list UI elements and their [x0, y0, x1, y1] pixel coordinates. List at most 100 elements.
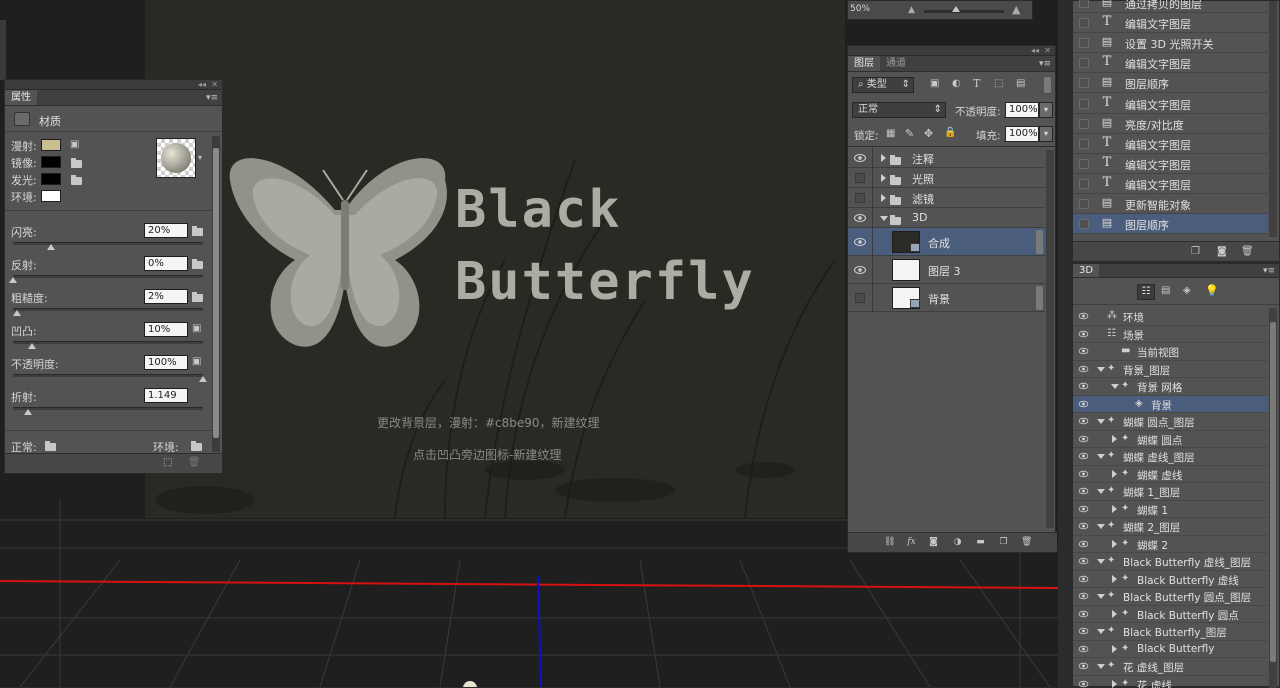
visibility-eye-icon[interactable] — [854, 237, 866, 247]
history-brush-source-checkbox[interactable] — [1079, 179, 1089, 189]
visibility-eye-icon[interactable] — [1078, 680, 1089, 688]
tab-channels[interactable]: 通道 — [880, 56, 912, 71]
zoom-slider-thumb[interactable] — [952, 6, 960, 12]
history-state-row[interactable]: ▤亮度/对比度 — [1073, 114, 1268, 134]
gloss-slider-track[interactable] — [13, 242, 203, 245]
history-state-row[interactable]: T编辑文字图层 — [1073, 94, 1268, 114]
3d-scene-item[interactable]: ✦Black Butterfly 圆点 — [1073, 606, 1268, 624]
lock-transparent-icon[interactable]: ▦ — [886, 128, 895, 139]
gloss-value-input[interactable]: 20% — [144, 223, 188, 238]
filter-materials-icon[interactable]: ◈ — [1183, 285, 1191, 296]
collapse-arrow-icon[interactable] — [881, 154, 886, 162]
environment-folder-icon[interactable] — [191, 440, 202, 453]
expand-arrow-icon[interactable] — [1097, 454, 1105, 459]
visibility-eye-icon[interactable] — [1078, 452, 1089, 460]
blend-mode-select[interactable]: 正常⇕ — [852, 102, 946, 118]
expand-arrow-icon[interactable] — [1111, 384, 1119, 389]
filter-smart-object-icon[interactable]: ▤ — [1016, 78, 1025, 89]
kind-filter-select[interactable]: ⌕ 类型 ⇕ — [852, 77, 914, 93]
expand-arrow-icon[interactable] — [1097, 594, 1105, 599]
collapse-icon[interactable]: ◂◂ — [198, 80, 206, 90]
lock-all-icon[interactable]: 🔒 — [944, 127, 956, 138]
visibility-eye-icon[interactable] — [1078, 540, 1089, 548]
layer-style-fx-icon[interactable]: fx — [906, 537, 917, 547]
history-state-row[interactable]: T编辑文字图层 — [1073, 134, 1268, 154]
opacity-texture-icon[interactable]: ▣ — [192, 357, 202, 367]
collapse-arrow-icon[interactable] — [1112, 610, 1117, 618]
history-brush-source-checkbox[interactable] — [1079, 58, 1089, 68]
reflection-slider-thumb[interactable] — [9, 277, 17, 283]
history-state-row[interactable]: T编辑文字图层 — [1073, 154, 1268, 174]
visibility-eye-icon[interactable] — [1078, 470, 1089, 478]
filter-adjustment-icon[interactable]: ◐ — [952, 78, 961, 89]
load-material-icon[interactable]: ⬚ — [163, 457, 172, 468]
history-brush-source-checkbox[interactable] — [1079, 99, 1089, 109]
zoom-out-icon[interactable]: ▲ — [908, 5, 915, 15]
history-brush-source-checkbox[interactable] — [1079, 139, 1089, 149]
visibility-eye-icon[interactable] — [854, 153, 866, 163]
visibility-toggle-off[interactable] — [855, 173, 865, 183]
3d-scene-item[interactable]: ✦蝴蝶 2 — [1073, 536, 1268, 554]
3d-scene-item[interactable]: ✦花 虚线_图层 — [1073, 658, 1268, 676]
visibility-eye-icon[interactable] — [1078, 610, 1089, 618]
layer-scroll-handle[interactable] — [1036, 230, 1043, 254]
visibility-eye-icon[interactable] — [1078, 312, 1089, 320]
expand-arrow-icon[interactable] — [1097, 664, 1105, 669]
delete-material-icon[interactable]: 🗑 — [188, 457, 201, 468]
layer-row[interactable]: 注释 — [848, 148, 1045, 168]
bump-slider-track[interactable] — [13, 341, 203, 344]
diffuse-texture-icon[interactable]: ▣ — [70, 139, 79, 150]
history-scrollbar[interactable] — [1269, 1, 1277, 237]
visibility-eye-icon[interactable] — [1078, 417, 1089, 425]
tab-properties[interactable]: 属性 — [5, 90, 37, 105]
history-brush-source-checkbox[interactable] — [1079, 199, 1089, 209]
panel-menu-icon[interactable]: ▾≡ — [1039, 59, 1051, 69]
history-brush-source-checkbox[interactable] — [1079, 18, 1089, 28]
3d-scene-item[interactable]: ✦蝴蝶 虚线 — [1073, 466, 1268, 484]
visibility-eye-icon[interactable] — [1078, 592, 1089, 600]
history-state-row[interactable]: ▤图层顺序 — [1073, 214, 1268, 234]
3d-scene-item[interactable]: ✦蝴蝶 2_图层 — [1073, 518, 1268, 536]
visibility-eye-icon[interactable] — [1078, 575, 1089, 583]
visibility-eye-icon[interactable] — [1078, 382, 1089, 390]
new-layer-icon[interactable]: ❐ — [998, 537, 1009, 547]
panel-menu-icon[interactable]: ▾≡ — [1263, 266, 1275, 276]
3d-scene-item[interactable]: ▬当前视图 — [1073, 343, 1268, 361]
lock-position-icon[interactable]: ✥ — [924, 127, 933, 140]
bump-texture-icon[interactable]: ▣ — [192, 324, 202, 334]
refraction-slider-thumb[interactable] — [24, 409, 32, 415]
properties-panel-titlebar[interactable]: ◂◂ ✕ — [5, 80, 222, 90]
history-brush-source-checkbox[interactable] — [1079, 119, 1089, 129]
normal-folder-icon[interactable] — [45, 440, 56, 453]
roughness-slider-thumb[interactable] — [13, 310, 21, 316]
expand-arrow-icon[interactable] — [1097, 489, 1105, 494]
visibility-eye-icon[interactable] — [1078, 400, 1089, 408]
panel-menu-icon[interactable]: ▾≡ — [206, 93, 218, 103]
collapse-arrow-icon[interactable] — [881, 194, 886, 202]
visibility-eye-icon[interactable] — [854, 265, 866, 275]
material-picker-arrow-icon[interactable]: ▾ — [198, 153, 202, 162]
roughness-slider-track[interactable] — [13, 308, 203, 311]
expand-arrow-icon[interactable] — [1097, 559, 1105, 564]
visibility-toggle-off[interactable] — [855, 293, 865, 303]
filter-pixel-icon[interactable]: ▣ — [930, 78, 939, 89]
visibility-eye-icon[interactable] — [1078, 435, 1089, 443]
3d-scene-item[interactable]: ⁂环境 — [1073, 308, 1268, 326]
3d-scene-item[interactable]: ✦背景 网格 — [1073, 378, 1268, 396]
collapse-arrow-icon[interactable] — [1112, 680, 1117, 688]
3d-scene-item[interactable]: ✦蝴蝶 圆点 — [1073, 431, 1268, 449]
opacity-slider-thumb[interactable] — [199, 376, 207, 382]
3d-scene-item[interactable]: ✦花 虚线 — [1073, 676, 1268, 688]
collapse-arrow-icon[interactable] — [1112, 435, 1117, 443]
collapse-icon[interactable]: ◂◂ — [1031, 46, 1039, 56]
delete-layer-icon[interactable]: 🗑 — [1021, 537, 1032, 547]
specular-folder-icon[interactable] — [71, 157, 82, 170]
3d-scene-item[interactable]: ✦Black Butterfly — [1073, 641, 1268, 659]
reflection-value-input[interactable]: 0% — [144, 256, 188, 271]
delete-state-icon[interactable]: 🗑 — [1241, 246, 1254, 257]
close-icon[interactable]: ✕ — [1044, 46, 1051, 56]
visibility-eye-icon[interactable] — [1078, 662, 1089, 670]
visibility-toggle-off[interactable] — [855, 193, 865, 203]
3d-scene-item[interactable]: ✦Black Butterfly 圆点_图层 — [1073, 588, 1268, 606]
history-brush-source-checkbox[interactable] — [1079, 219, 1089, 229]
